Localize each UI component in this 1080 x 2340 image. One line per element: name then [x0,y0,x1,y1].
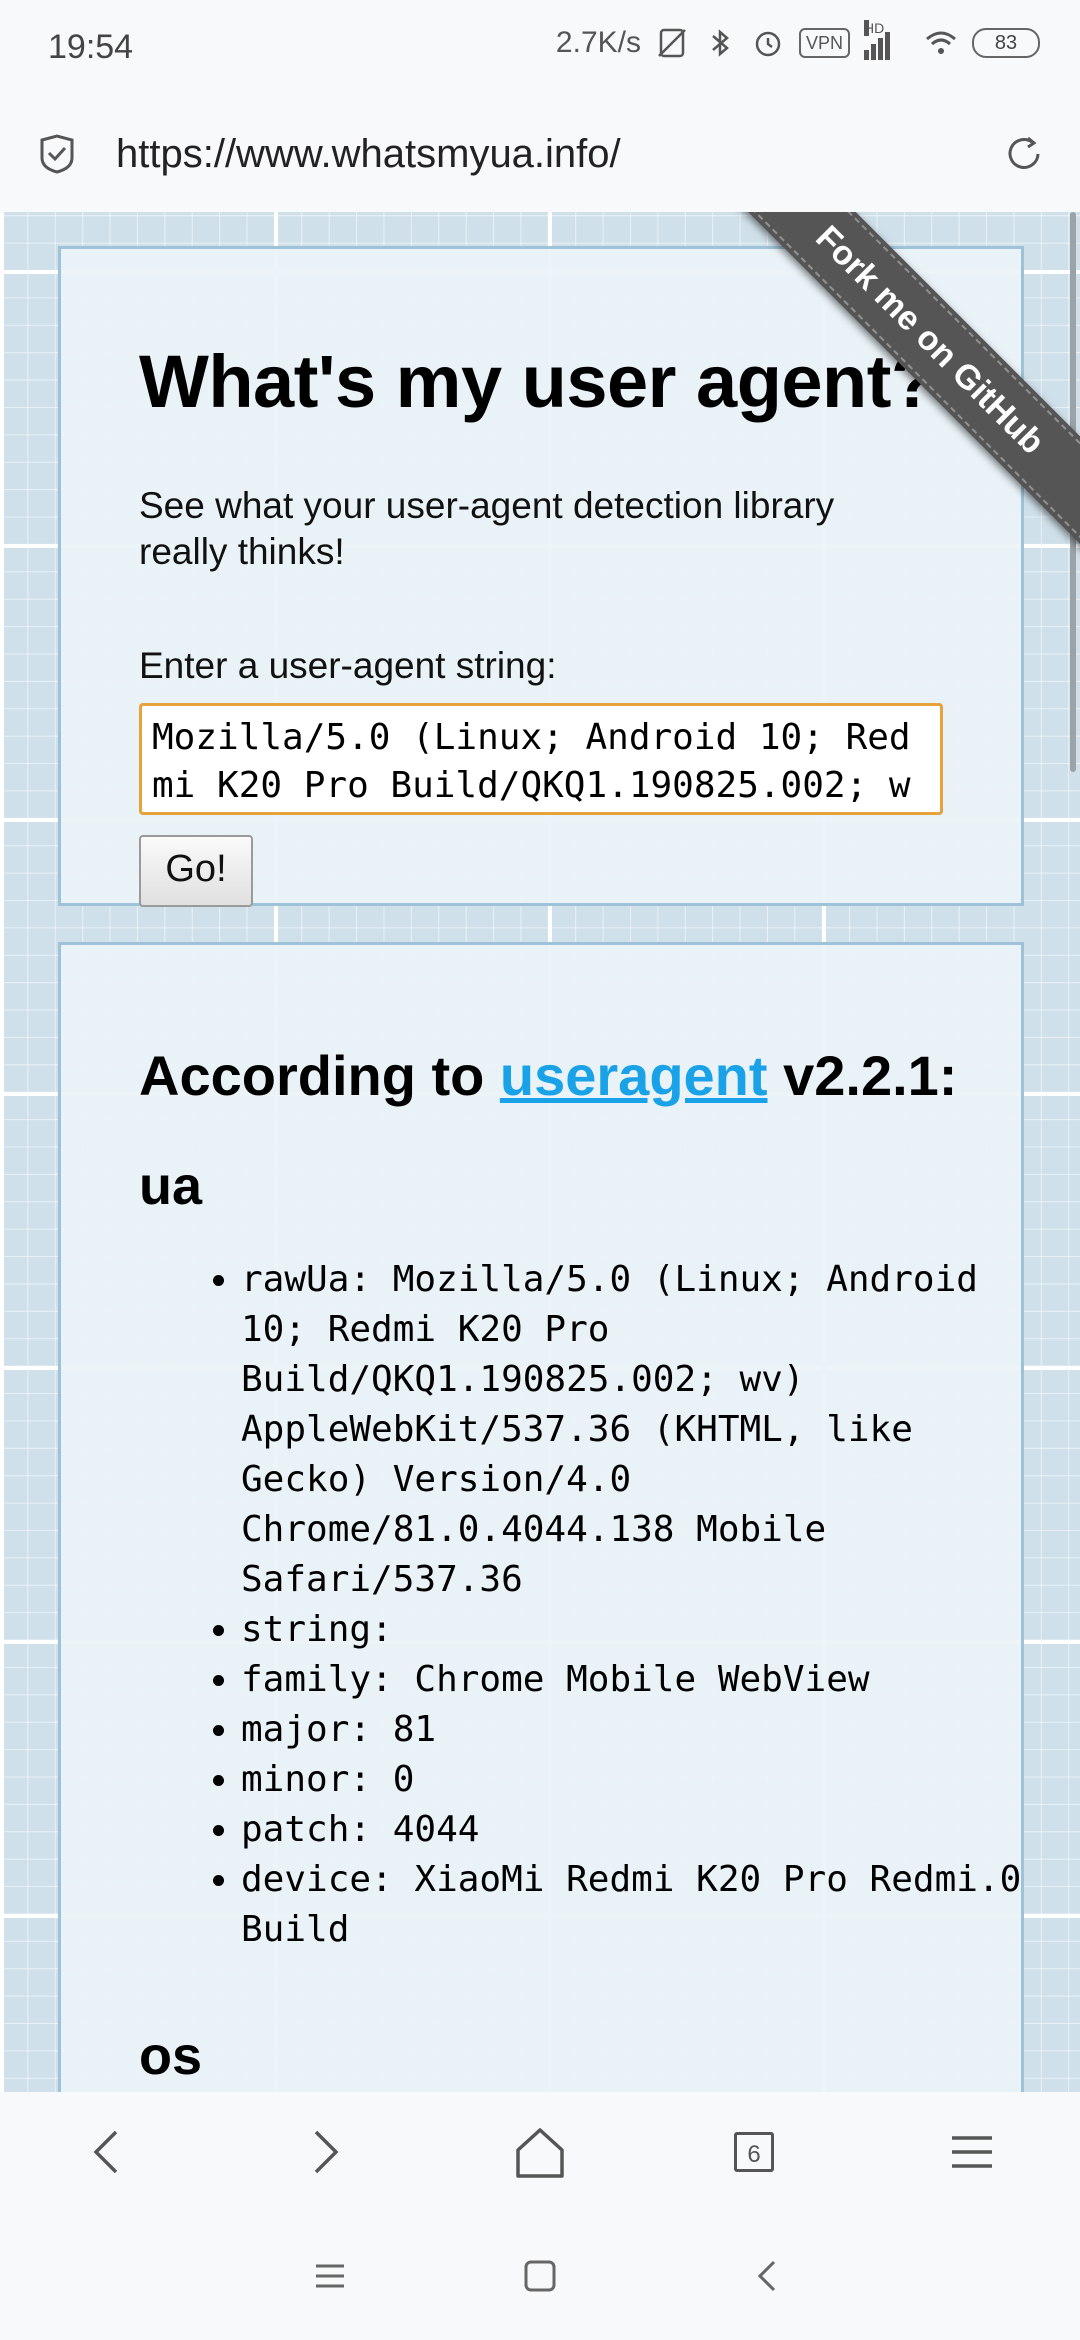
hd-label: HD [864,20,885,36]
list-item: major: 81 [241,1705,1061,1755]
results-panel: According to useragent v2.2.1: ua rawUa:… [58,942,1024,2092]
status-time: 19:54 [48,28,134,66]
list-item: device: XiaoMi Redmi K20 Pro Redmi.0 Bui… [241,1855,1061,1955]
shield-icon[interactable] [38,134,76,174]
go-button[interactable]: Go! [139,835,253,907]
fork-github-link[interactable]: Fork me on GitHub [720,212,1080,551]
menu-icon[interactable] [942,2122,1002,2182]
list-item: patch: 4044 [241,1805,1061,1855]
ua-input-label: Enter a user-agent string: [139,645,557,686]
vpn-icon: VPN [798,28,850,58]
system-nav-bar [0,2212,1080,2340]
home-icon[interactable] [510,2122,570,2182]
useragent-link[interactable]: useragent [500,1044,768,1107]
bluetooth-icon [712,29,729,57]
signal-icon: HD [864,20,910,60]
heading-suffix: v2.2.1: [767,1044,958,1107]
status-icons: 2.7K/s VPN HD 83 [555,20,1040,60]
browser-toolbar: 6 [0,2092,1080,2212]
status-bar: 19:54 2.7K/s VPN HD 83 [0,0,1080,96]
recents-icon[interactable] [300,2246,360,2306]
ua-props-list: rawUa: Mozilla/5.0 (Linux; Android 10; R… [141,1255,1061,1955]
tabs-button[interactable]: 6 [734,2132,774,2172]
list-item: family: Chrome Mobile WebView [241,1655,1061,1705]
back-icon[interactable] [78,2122,138,2182]
url-text[interactable]: https://www.whatsmyua.info/ [116,132,621,177]
results-heading: According to useragent v2.2.1: [139,1043,957,1108]
system-back-icon[interactable] [738,2246,798,2306]
battery-icon: 83 [972,28,1040,58]
home-square-icon[interactable] [510,2246,570,2306]
alarm-icon [755,31,781,57]
web-content[interactable]: What's my user agent? See what your user… [0,212,1080,2092]
ua-input[interactable] [139,703,943,815]
sim-off-icon [658,28,686,58]
wifi-icon [926,31,956,54]
github-ribbon[interactable]: Fork me on GitHub [720,212,1080,572]
network-speed: 2.7K/s [555,26,641,59]
ua-section-heading: ua [139,1156,203,1216]
reload-icon[interactable] [1002,132,1046,176]
address-bar[interactable]: https://www.whatsmyua.info/ [0,96,1080,213]
list-item: string: [241,1605,1061,1655]
forward-icon[interactable] [294,2122,354,2182]
os-section-heading: os [139,2026,203,2086]
list-item: minor: 0 [241,1755,1061,1805]
heading-prefix: According to [139,1044,500,1107]
list-item: rawUa: Mozilla/5.0 (Linux; Android 10; R… [241,1255,1061,1605]
